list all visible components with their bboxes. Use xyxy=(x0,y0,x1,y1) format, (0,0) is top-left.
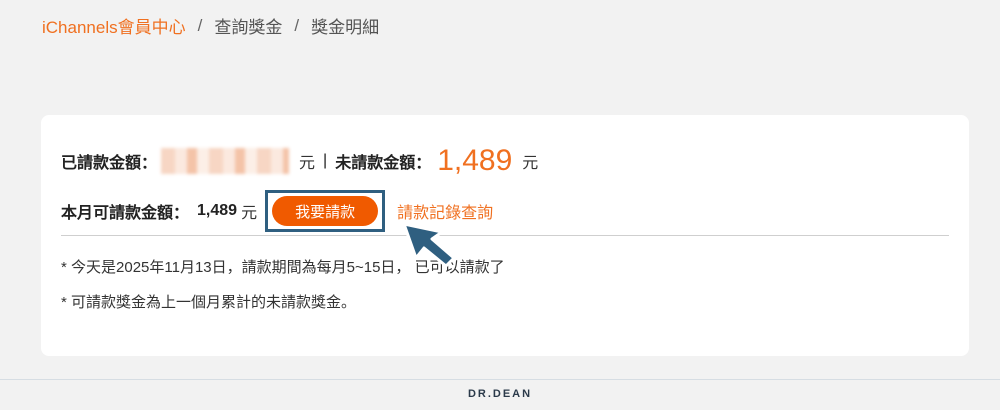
unclaimed-amount-label: 未請款金額： xyxy=(335,155,432,172)
claimable-amount-unit: 元 xyxy=(241,205,258,222)
payout-record-link[interactable]: 請款記錄查詢 xyxy=(397,199,493,223)
breadcrumb-separator: / xyxy=(294,15,300,35)
apply-button-highlight: 我要請款 xyxy=(265,190,386,232)
unclaimed-amount-value: 1,489 xyxy=(437,144,513,177)
unclaimed-amount-unit: 元 xyxy=(522,155,539,172)
breadcrumb-bonus-query[interactable]: 查詢獎金 xyxy=(214,13,282,38)
claimed-amount-blurred xyxy=(161,148,290,174)
footer-divider xyxy=(0,379,1000,380)
divider xyxy=(61,235,949,236)
bonus-summary-card: 已請款金額： 元 | 未請款金額： 1,489 元 本月可請款金額： 1,489… xyxy=(41,115,969,356)
dr-dean-logo: DR.DEAN xyxy=(467,388,533,400)
claimable-amount-label: 本月可請款金額： xyxy=(61,205,190,222)
apply-payout-button[interactable]: 我要請款 xyxy=(272,196,379,226)
breadcrumb-separator: / xyxy=(197,15,203,35)
claimable-definition-note: * 可請款獎金為上一個月累計的未請款獎金。 xyxy=(61,294,357,311)
pointer-cursor-icon xyxy=(402,222,458,273)
breadcrumb-bonus-detail: 獎金明細 xyxy=(311,18,380,37)
breadcrumb-home-link[interactable]: iChannels會員中心 xyxy=(42,13,186,38)
amount-summary-row: 已請款金額： 元 | 未請款金額： 1,489 元 xyxy=(61,143,538,179)
claimable-amount-value: 1,489 xyxy=(197,202,238,219)
claimed-amount-unit: 元 xyxy=(299,155,316,172)
amount-divider: | xyxy=(323,152,328,169)
claimed-amount-label: 已請款金額： xyxy=(61,155,158,172)
breadcrumb: iChannels會員中心 / 查詢獎金 / 獎金明細 xyxy=(42,13,379,38)
